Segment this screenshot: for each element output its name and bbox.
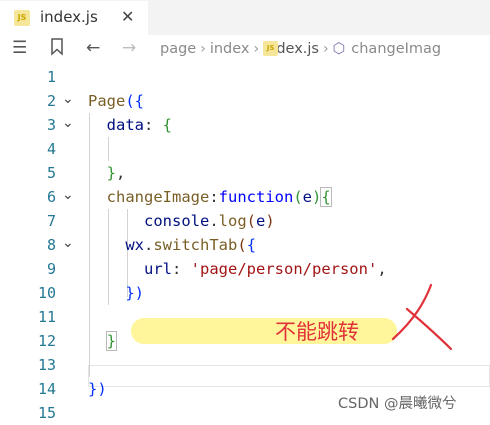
cross-mark-icon — [391, 283, 453, 351]
line-number: 6 — [46, 188, 56, 206]
code-line: 13 — [0, 353, 490, 377]
code-token: switchTab — [153, 236, 238, 254]
chevron-right-icon: › — [322, 41, 329, 57]
tab-bar: JS index.js ✕ — [0, 0, 490, 35]
code-token: e — [302, 188, 313, 206]
code-token: , — [116, 164, 126, 182]
line-number: 3 — [46, 116, 56, 134]
code-token: ) — [265, 212, 275, 230]
chevron-right-icon: › — [200, 41, 206, 57]
code-token: : — [144, 116, 163, 134]
javascript-file-icon: JS — [263, 41, 279, 56]
fold-chevron-icon[interactable]: ⌄ — [62, 235, 74, 251]
line-number: 13 — [37, 356, 56, 374]
code-token: ( — [246, 212, 257, 230]
line-number: 9 — [46, 260, 56, 278]
annotation-text: 不能跳转 — [275, 320, 359, 344]
code-token: 'page/person/person' — [190, 260, 378, 278]
forward-arrow-icon[interactable]: → — [122, 38, 136, 58]
code-token: wx — [125, 236, 144, 254]
line-number: 8 — [46, 236, 56, 254]
code-line: 2 ⌄ Page({ — [0, 89, 490, 113]
line-number: 1 — [46, 68, 56, 86]
code-token: . — [209, 212, 219, 230]
tab-index-js[interactable]: JS index.js ✕ — [0, 0, 148, 35]
code-token: , — [377, 260, 387, 278]
line-number: 10 — [37, 284, 56, 302]
code-token: function — [218, 188, 294, 206]
javascript-file-icon: JS — [14, 10, 30, 26]
back-arrow-icon[interactable]: ← — [86, 38, 100, 58]
breadcrumb-item-index[interactable]: index — [210, 41, 250, 57]
code-token: : — [172, 260, 191, 278]
code-line: 7 console.log(e) — [0, 209, 490, 233]
tab-title: index.js — [40, 8, 98, 26]
code-token: }) — [88, 380, 107, 398]
watermark: CSDN @晨曦微兮 — [338, 396, 457, 412]
line-number: 11 — [37, 308, 56, 326]
line-number: 14 — [37, 380, 56, 398]
chevron-right-icon: › — [253, 41, 260, 57]
list-icon[interactable]: ☰ — [12, 38, 27, 58]
code-token: ({ — [125, 92, 144, 110]
close-icon[interactable]: ✕ — [121, 7, 134, 26]
code-line: 9 url: 'page/person/person', — [0, 257, 490, 281]
code-line: 6 ⌄ changeImage:function(e){ — [0, 185, 490, 209]
code-editor[interactable]: 1 2 ⌄ Page({ 3 ⌄ data: { 4 5 }, 6 ⌄ changeIm… — [0, 65, 490, 422]
code-line: 1 — [0, 65, 490, 89]
code-token: { — [246, 236, 257, 254]
code-token: } — [106, 164, 117, 182]
fold-chevron-icon[interactable]: ⌄ — [62, 91, 74, 107]
breadcrumb-item-method[interactable]: changeImag — [351, 41, 441, 57]
line-number: 5 — [46, 164, 56, 182]
code-token: changeImage — [106, 188, 210, 206]
fold-chevron-icon[interactable]: ⌄ — [62, 187, 74, 203]
fold-chevron-icon[interactable]: ⌄ — [62, 115, 74, 131]
bookmark-icon[interactable] — [50, 38, 64, 61]
code-token: url — [144, 260, 172, 278]
code-line: 4 — [0, 137, 490, 161]
code-token: { — [162, 116, 173, 134]
code-token: . — [144, 236, 154, 254]
code-token: data — [106, 116, 144, 134]
code-token: log — [218, 212, 247, 230]
line-number: 15 — [37, 404, 56, 422]
editor-toolbar: ☰ ← → page › index › JS index.js › ⬡ changeImag — [0, 35, 490, 65]
breadcrumb-item-page[interactable]: page — [160, 41, 196, 57]
line-number: 7 — [46, 212, 56, 230]
code-token: ) — [312, 188, 322, 206]
code-token: }) — [125, 284, 144, 302]
code-token: : — [209, 188, 219, 206]
code-line: 8 ⌄ wx.switchTab({ — [0, 233, 490, 257]
code-token: ( — [237, 236, 247, 254]
breadcrumb: page › index › JS index.js › ⬡ changeImag — [160, 41, 441, 57]
code-token: Page — [88, 92, 126, 110]
code-line: 5 }, — [0, 161, 490, 185]
line-number: 12 — [37, 332, 56, 350]
line-number: 2 — [46, 92, 56, 110]
code-token: } — [105, 331, 118, 351]
code-line: 3 ⌄ data: { — [0, 113, 490, 137]
code-token: { — [320, 187, 332, 207]
method-cube-icon: ⬡ — [332, 41, 346, 57]
code-token: ( — [293, 188, 303, 206]
line-number: 4 — [46, 140, 56, 158]
code-token: e — [256, 212, 266, 230]
code-token: console — [144, 212, 210, 230]
